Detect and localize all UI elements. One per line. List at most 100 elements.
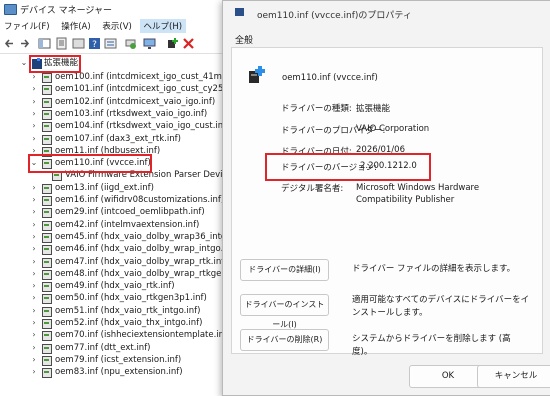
extension-device-icon (42, 208, 52, 219)
expand-chevron-icon[interactable]: › (30, 96, 38, 108)
extension-device-icon (42, 343, 52, 354)
tree-item[interactable]: › oem79.inf (icst_extension.inf) (0, 354, 222, 366)
ok-button[interactable]: OK (409, 365, 487, 388)
extension-device-icon (42, 269, 52, 280)
expand-chevron-icon[interactable]: › (30, 231, 38, 243)
expand-chevron-icon[interactable]: › (30, 133, 38, 145)
tree-item[interactable]: › oem45.inf (hdx_vaio_dolby_wrap36_intgo.… (0, 231, 222, 243)
driver-type-value: 拡張機能 (356, 104, 391, 114)
expand-chevron-icon[interactable]: › (30, 280, 38, 292)
extension-device-icon (42, 73, 52, 83)
tree-item[interactable]: › oem103.inf (rtksdwext_vaio_igo.inf) (0, 108, 222, 120)
expand-chevron-icon[interactable]: › (30, 366, 38, 378)
tree-item[interactable]: › oem50.inf (hdx_vaio_rtkgen3p1.inf) (0, 292, 222, 305)
driver-provider-value: VAIO Corporation (356, 124, 430, 134)
tree-item[interactable]: › oem47.inf (hdx_vaio_dolby_wrap_rtk.inf) (0, 256, 222, 268)
tree-item-label: oem13.inf (iigd_ext.inf) (55, 182, 154, 193)
extension-device-icon (42, 183, 52, 194)
extension-device-icon (42, 282, 52, 293)
tree-item[interactable]: › oem83.inf (npu_extension.inf) (0, 366, 222, 379)
extension-device-icon (42, 109, 52, 120)
cancel-button[interactable]: キャンセル (477, 365, 550, 388)
expand-chevron-icon[interactable]: › (30, 354, 38, 366)
tree-item[interactable]: › oem29.inf (intcoed_oemlibpath.inf) (0, 206, 222, 219)
tree-item-label: oem47.inf (hdx_vaio_dolby_wrap_rtk.inf) (55, 256, 222, 267)
expand-chevron-icon[interactable]: › (30, 256, 38, 268)
expand-chevron-icon[interactable]: › (30, 243, 38, 255)
help-icon[interactable]: ? (88, 37, 101, 50)
driver-install-desc: 適用可能なすべてのデバイスにドライバーをインストールします。 (352, 295, 530, 318)
expand-chevron-icon[interactable]: › (30, 305, 38, 317)
expand-chevron-icon[interactable]: › (30, 120, 38, 132)
extension-device-icon (42, 355, 52, 366)
menu-action[interactable]: 操作(A) (57, 19, 94, 33)
tree-item[interactable]: › oem107.inf (dax3_ext_rtk.inf) (0, 133, 222, 145)
device-manager-icon (4, 4, 17, 15)
uninstall-icon[interactable] (182, 37, 195, 50)
menu-help[interactable]: ヘルプ(H) (139, 19, 187, 33)
tree-item[interactable]: › oem104.inf (rtksdwext_vaio_igo_cust.inf… (0, 120, 222, 133)
driver-details-button[interactable]: ドライバーの詳細(I) (240, 259, 329, 281)
tree-item-label: oem16.inf (wifidrv08customizations.inf) (55, 195, 222, 205)
tree-item[interactable]: › oem102.inf (intcdmicext_vaio_igo.inf) (0, 96, 222, 108)
driver-install-button[interactable]: ドライバーのインストール(I) (240, 294, 329, 329)
tree-item-label: oem51.inf (hdx_vaio_rtk_intgo.inf) (55, 305, 201, 316)
dialog-title: oem110.inf (vvcce.inf)のプロパティ (257, 11, 412, 21)
expand-chevron-icon[interactable]: › (30, 182, 38, 194)
tree-item-label: oem77.inf (dtt_ext.inf) (55, 342, 151, 353)
expand-chevron-icon[interactable]: › (30, 329, 38, 341)
driver-details-desc: ドライバー ファイルの詳細を表示します。 (352, 264, 516, 274)
tree-item[interactable]: › oem101.inf (intcdmicext_igo_cust_cy25.i… (0, 83, 222, 96)
expand-chevron-icon[interactable]: › (30, 268, 38, 280)
category-highlight-box (29, 55, 81, 73)
tree-item[interactable]: › oem49.inf (hdx_vaio_rtk.inf) (0, 280, 222, 293)
view-icon[interactable] (72, 37, 85, 50)
expand-chevron-icon[interactable]: › (30, 194, 38, 206)
properties-icon[interactable] (55, 37, 68, 50)
tree-item-label: oem50.inf (hdx_vaio_rtkgen3p1.inf) (55, 293, 207, 304)
menu-view[interactable]: 表示(V) (98, 19, 135, 33)
scan-hardware-icon[interactable] (124, 37, 137, 50)
tree-item[interactable]: › oem42.inf (intelmvaextension.inf) (0, 219, 222, 231)
tree-item-label: oem48.inf (hdx_vaio_dolby_wrap_rtkgen3p1… (55, 268, 222, 279)
digital-signer-label: デジタル署名者: (281, 184, 344, 194)
tree-item[interactable]: › oem48.inf (hdx_vaio_dolby_wrap_rtkgen3p… (0, 268, 222, 280)
back-icon[interactable] (3, 37, 16, 50)
menu-file[interactable]: ファイル(F) (0, 19, 54, 33)
tree-item-label: oem46.inf (hdx_vaio_dolby_wrap_intgo.inf… (55, 244, 222, 255)
expand-chevron-icon[interactable]: › (30, 342, 38, 354)
monitor-icon[interactable] (143, 37, 156, 50)
dm-menu-bar: ファイル(F) 操作(A) 表示(V) ヘルプ(H) (0, 19, 220, 34)
expand-chevron-icon[interactable]: › (30, 219, 38, 231)
tree-item[interactable]: › oem13.inf (iigd_ext.inf) (0, 182, 222, 194)
action-icon[interactable] (104, 37, 117, 50)
extension-device-icon (42, 306, 52, 317)
properties-dialog: oem110.inf (vvcce.inf)のプロパティ 全般 oem110.i… (222, 0, 550, 396)
tree-item-label: oem103.inf (rtksdwext_vaio_igo.inf) (55, 108, 208, 119)
collapse-chevron-icon[interactable]: ⌄ (20, 57, 28, 69)
tree-item[interactable]: › oem70.inf (ishheciextensiontemplate.inf… (0, 329, 222, 342)
expand-chevron-icon[interactable]: › (30, 83, 38, 95)
dm-toolbar: ? (0, 35, 222, 54)
device-tree: ⌄ 拡張機能 › oem100.inf (intcdmicext_igo_cust_4… (0, 55, 222, 395)
svg-text:?: ? (92, 40, 97, 50)
extension-device-icon (42, 134, 52, 145)
tree-item-label: oem79.inf (icst_extension.inf) (55, 354, 182, 365)
tree-item[interactable]: › oem77.inf (dtt_ext.inf) (0, 342, 222, 354)
tree-item[interactable]: › oem51.inf (hdx_vaio_rtk_intgo.inf) (0, 305, 222, 317)
tree-item[interactable]: › oem46.inf (hdx_vaio_dolby_wrap_intgo.in… (0, 243, 222, 256)
forward-icon[interactable] (18, 37, 31, 50)
device-name: oem110.inf (vvcce.inf) (282, 73, 378, 83)
tree-item[interactable]: › oem52.inf (hdx_vaio_thx_intgo.inf) (0, 317, 222, 329)
expand-chevron-icon[interactable]: › (30, 108, 38, 120)
expand-chevron-icon[interactable]: › (30, 317, 38, 329)
tree-item[interactable]: › oem16.inf (wifidrv08customizations.inf) (0, 194, 222, 206)
show-hide-tree-icon[interactable] (38, 37, 51, 50)
expand-chevron-icon[interactable]: › (30, 292, 38, 304)
digital-signer-value: Microsoft Windows Hardware Compatibility… (356, 183, 480, 205)
update-driver-icon[interactable] (166, 37, 179, 50)
expand-chevron-icon[interactable]: › (30, 206, 38, 218)
driver-remove-button[interactable]: ドライバーの削除(R) (240, 329, 329, 351)
selected-item-highlight-box (28, 154, 152, 174)
extension-device-icon (42, 319, 52, 329)
